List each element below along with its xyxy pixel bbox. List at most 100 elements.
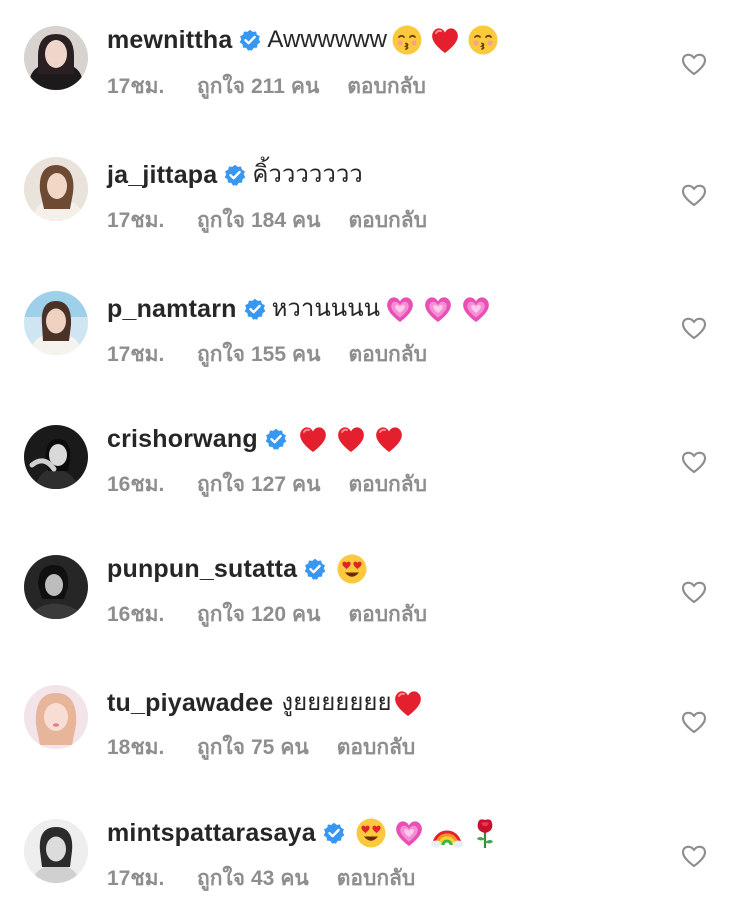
comment-item: mewnittha Awwwwww 17ชม. ถูกใจ 211 คน ตอบกลับ bbox=[0, 0, 750, 110]
likes-count[interactable]: ถูกใจ 43 คน bbox=[197, 866, 309, 892]
comment-item: mintspattarasaya 17ชม. ถูกใจ 43 คน ตอบกลับ bbox=[0, 793, 750, 903]
likes-prefix: ถูกใจ bbox=[197, 343, 245, 366]
likes-number: 75 bbox=[251, 736, 275, 759]
likes-suffix: คน bbox=[292, 603, 321, 626]
comment-timestamp[interactable]: 18ชม. bbox=[107, 735, 197, 761]
likes-number: 211 bbox=[251, 75, 285, 98]
reply-button[interactable]: ตอบกลับ bbox=[337, 735, 416, 761]
avatar[interactable] bbox=[24, 26, 88, 90]
likes-count[interactable]: ถูกใจ 120 คน bbox=[197, 602, 320, 628]
comment-line: mewnittha Awwwwww bbox=[107, 24, 505, 56]
emoji-group bbox=[355, 817, 507, 849]
comment-meta: 17ชม. ถูกใจ 43 คน ตอบกลับ bbox=[107, 866, 415, 892]
reply-button[interactable]: ตอบกลับ bbox=[348, 342, 427, 368]
reply-button[interactable]: ตอบกลับ bbox=[348, 472, 427, 498]
comment-line: mintspattarasaya bbox=[107, 817, 507, 849]
likes-number: 120 bbox=[251, 603, 287, 626]
emoji-group bbox=[392, 687, 430, 719]
avatar[interactable] bbox=[24, 685, 88, 749]
comment-timestamp[interactable]: 17ชม. bbox=[107, 208, 197, 234]
comment-line: crishorwang bbox=[107, 423, 411, 455]
likes-suffix: คน bbox=[292, 343, 321, 366]
likes-count[interactable]: ถูกใจ 155 คน bbox=[197, 342, 320, 368]
like-heart-icon[interactable] bbox=[681, 844, 707, 868]
comment-item: punpun_sutatta 16ชม. ถูกใจ 120 คน ตอบกลับ bbox=[0, 529, 750, 639]
comment-timestamp[interactable]: 16ชม. bbox=[107, 472, 197, 498]
username-link[interactable]: tu_piyawadee bbox=[107, 687, 273, 719]
comment-text: คิ้ววววววว bbox=[252, 161, 363, 188]
like-heart-icon[interactable] bbox=[681, 52, 707, 76]
likes-prefix: ถูกใจ bbox=[197, 736, 245, 759]
red-heart-emoji bbox=[392, 687, 424, 719]
comment-line: tu_piyawadee งูยยยยยยย bbox=[107, 687, 430, 719]
reply-button[interactable]: ตอบกลับ bbox=[337, 866, 416, 892]
heart-eyes-emoji bbox=[355, 817, 387, 849]
like-heart-icon[interactable] bbox=[681, 450, 707, 474]
likes-suffix: คน bbox=[292, 473, 321, 496]
like-heart-icon[interactable] bbox=[681, 316, 707, 340]
likes-count[interactable]: ถูกใจ 211 คน bbox=[197, 74, 319, 100]
heart-eyes-emoji bbox=[336, 553, 368, 585]
comment-timestamp[interactable]: 17ชม. bbox=[107, 74, 197, 100]
comments-list: mewnittha Awwwwww 17ชม. ถูกใจ 211 คน ตอบกลับ… bbox=[0, 0, 750, 913]
comment-line: p_namtarn หวานนนน bbox=[107, 293, 498, 325]
emoji-group bbox=[297, 423, 411, 455]
comment-item: crishorwang 16ชม. ถูกใจ 127 คน ตอบกลับ bbox=[0, 399, 750, 509]
red-heart-emoji bbox=[335, 423, 367, 455]
username-link[interactable]: crishorwang bbox=[107, 423, 258, 455]
likes-suffix: คน bbox=[280, 736, 309, 759]
like-heart-icon[interactable] bbox=[681, 580, 707, 604]
kissing-face-emoji bbox=[467, 24, 499, 56]
comment-meta: 16ชม. ถูกใจ 127 คน ตอบกลับ bbox=[107, 472, 427, 498]
sparkling-heart-emoji bbox=[384, 293, 416, 325]
verified-badge-icon bbox=[239, 29, 261, 51]
comment-text: งูยยยยยยย bbox=[281, 689, 392, 716]
verified-badge-icon bbox=[265, 428, 287, 450]
avatar[interactable] bbox=[24, 555, 88, 619]
sparkling-heart-emoji bbox=[393, 817, 425, 849]
comment-text: Awwwwww bbox=[267, 26, 387, 53]
comment-timestamp[interactable]: 17ชม. bbox=[107, 342, 197, 368]
comment-meta: 17ชม. ถูกใจ 184 คน ตอบกลับ bbox=[107, 208, 427, 234]
rainbow-emoji bbox=[430, 817, 463, 849]
reply-button[interactable]: ตอบกลับ bbox=[348, 208, 427, 234]
comment-timestamp[interactable]: 16ชม. bbox=[107, 602, 197, 628]
likes-number: 43 bbox=[251, 867, 275, 890]
verified-badge-icon bbox=[323, 822, 345, 844]
username-link[interactable]: ja_jittapa bbox=[107, 159, 217, 191]
like-heart-icon[interactable] bbox=[681, 183, 707, 207]
likes-count[interactable]: ถูกใจ 184 คน bbox=[197, 208, 320, 234]
avatar[interactable] bbox=[24, 425, 88, 489]
emoji-group bbox=[384, 293, 498, 325]
sparkling-heart-emoji bbox=[460, 293, 492, 325]
username-link[interactable]: mintspattarasaya bbox=[107, 817, 316, 849]
username-link[interactable]: mewnittha bbox=[107, 24, 232, 56]
likes-number: 127 bbox=[251, 473, 287, 496]
comment-item: tu_piyawadee งูยยยยยยย 18ชม. ถูกใจ 75 คน ตอบ… bbox=[0, 659, 750, 769]
likes-count[interactable]: ถูกใจ 127 คน bbox=[197, 472, 320, 498]
likes-suffix: คน bbox=[290, 75, 320, 98]
verified-badge-icon bbox=[244, 298, 266, 320]
comment-item: ja_jittapa คิ้ววววววว 17ชม. ถูกใจ 184 คน ตอบ… bbox=[0, 131, 750, 241]
likes-prefix: ถูกใจ bbox=[197, 75, 245, 98]
comment-meta: 17ชม. ถูกใจ 211 คน ตอบกลับ bbox=[107, 74, 426, 100]
comment-text: หวานนนน bbox=[271, 295, 381, 322]
like-heart-icon[interactable] bbox=[681, 710, 707, 734]
comment-meta: 17ชม. ถูกใจ 155 คน ตอบกลับ bbox=[107, 342, 427, 368]
likes-number: 184 bbox=[251, 209, 287, 232]
reply-button[interactable]: ตอบกลับ bbox=[347, 74, 426, 100]
username-link[interactable]: punpun_sutatta bbox=[107, 553, 297, 585]
rose-emoji bbox=[469, 817, 501, 849]
likes-count[interactable]: ถูกใจ 75 คน bbox=[197, 735, 309, 761]
avatar[interactable] bbox=[24, 291, 88, 355]
red-heart-emoji bbox=[429, 24, 461, 56]
username-link[interactable]: p_namtarn bbox=[107, 293, 237, 325]
avatar[interactable] bbox=[24, 819, 88, 883]
verified-badge-icon bbox=[304, 558, 326, 580]
likes-suffix: คน bbox=[280, 867, 309, 890]
comment-timestamp[interactable]: 17ชม. bbox=[107, 866, 197, 892]
avatar[interactable] bbox=[24, 157, 88, 221]
reply-button[interactable]: ตอบกลับ bbox=[348, 602, 427, 628]
comment-line: ja_jittapa คิ้ววววววว bbox=[107, 159, 363, 191]
red-heart-emoji bbox=[373, 423, 405, 455]
